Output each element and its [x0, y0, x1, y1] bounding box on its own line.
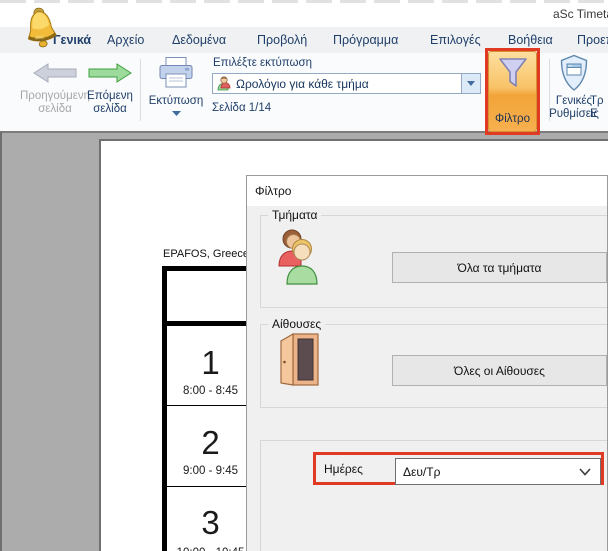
shield-settings-icon	[559, 54, 589, 92]
combobox-dropdown-button[interactable]	[461, 74, 480, 93]
window-titlebar: aSc Timeta	[0, 0, 608, 27]
tab-arxeio[interactable]: Αρχείο	[107, 33, 144, 47]
days-highlight-annotation: Ημέρες Δευ/Τρ	[313, 452, 604, 485]
dialog-titlebar[interactable]: Φίλτρο	[247, 176, 607, 206]
print-button[interactable]: Εκτύπωση	[146, 56, 206, 116]
chevron-down-icon	[579, 468, 591, 476]
application-window: aSc Timeta asc Γενικά Αρχείο Δεδομένα Πρ…	[0, 0, 608, 551]
period-number: 2	[167, 426, 254, 460]
page-indicator: Σελίδα 1/14	[212, 102, 271, 114]
classes-people-icon	[276, 226, 318, 291]
table-row-divider	[167, 486, 254, 487]
period-time: 10:00 - 10:45	[167, 547, 254, 551]
tab-preview[interactable]: Προεπ	[577, 33, 608, 47]
filter-dialog: Φίλτρο Τμήματα Όλα τα τμήματα Αίθουσες	[246, 175, 608, 551]
days-dropdown[interactable]: Δευ/Τρ	[395, 458, 601, 485]
next-page-label-line1: Επόμενη	[84, 90, 136, 103]
svg-text:asc: asc	[35, 34, 45, 41]
period-time: 9:00 - 9:45	[167, 465, 254, 477]
asc-bell-logo-icon[interactable]: asc	[21, 4, 61, 51]
clipped-toolbar-button[interactable]: Τρ Ε	[590, 95, 608, 121]
next-page-label-line2: σελίδα	[84, 103, 136, 116]
period-time: 8:00 - 8:45	[167, 385, 254, 397]
previous-page-button[interactable]: Προηγούμενη σελίδα	[16, 58, 94, 116]
tab-programma[interactable]: Πρόγραμμα	[333, 33, 398, 47]
toolbar-separator	[140, 59, 141, 121]
tab-provoli[interactable]: Προβολή	[257, 33, 307, 47]
ribbon-toolbar: Προηγούμενη σελίδα Επόμενη σελίδα Εκτύπω…	[0, 53, 608, 131]
arrow-right-icon	[87, 62, 133, 84]
period-number: 3	[167, 506, 254, 540]
table-row-divider	[167, 405, 254, 406]
printer-icon	[157, 56, 195, 90]
tab-epiloges[interactable]: Επιλογές	[430, 33, 481, 47]
rooms-door-icon	[278, 332, 322, 393]
app-title: aSc Timeta	[553, 7, 608, 21]
clipped-label-line1: Τρ	[590, 95, 608, 108]
clipped-label-line2: Ε	[590, 108, 608, 121]
classes-group-label: Τμήματα	[268, 208, 321, 222]
tab-voitheia[interactable]: Βοήθεια	[508, 33, 553, 47]
filter-label: Φίλτρο	[495, 113, 530, 125]
table-header-divider	[162, 321, 254, 326]
print-type-combobox[interactable]: Ωρολόγιο για κάθε τμήμα	[212, 73, 481, 94]
dialog-title: Φίλτρο	[255, 184, 291, 198]
all-classes-button[interactable]: Όλα τα τμήματα	[392, 252, 607, 283]
funnel-icon	[497, 56, 529, 92]
class-person-icon	[217, 76, 231, 91]
page-header-text: EPAFOS, Greece,	[163, 248, 252, 260]
print-label: Εκτύπωση	[146, 95, 206, 108]
rooms-group-label: Αίθουσες	[268, 317, 325, 331]
arrow-left-icon	[32, 62, 78, 84]
days-dropdown-value: Δευ/Τρ	[403, 465, 579, 479]
table-border-top	[162, 266, 254, 271]
days-label: Ημέρες	[324, 462, 363, 476]
chevron-down-icon	[467, 81, 475, 86]
print-select-label: Επιλέξτε εκτύπωση	[213, 57, 312, 69]
window-top-edge	[0, 0, 608, 3]
print-type-value: Ωρολόγιο για κάθε τμήμα	[236, 77, 461, 91]
chevron-down-icon[interactable]	[172, 111, 181, 116]
previous-page-label-line1: Προηγούμενη	[16, 90, 94, 103]
tab-dedomena[interactable]: Δεδομένα	[172, 33, 226, 47]
next-page-button[interactable]: Επόμενη σελίδα	[84, 58, 136, 116]
filter-button[interactable]: Φίλτρο	[488, 51, 537, 132]
all-rooms-button[interactable]: Όλες οι Αίθουσες	[392, 355, 607, 386]
period-number: 1	[167, 346, 254, 380]
filter-highlight-annotation: Φίλτρο	[485, 48, 540, 135]
previous-page-label-line2: σελίδα	[16, 103, 94, 116]
